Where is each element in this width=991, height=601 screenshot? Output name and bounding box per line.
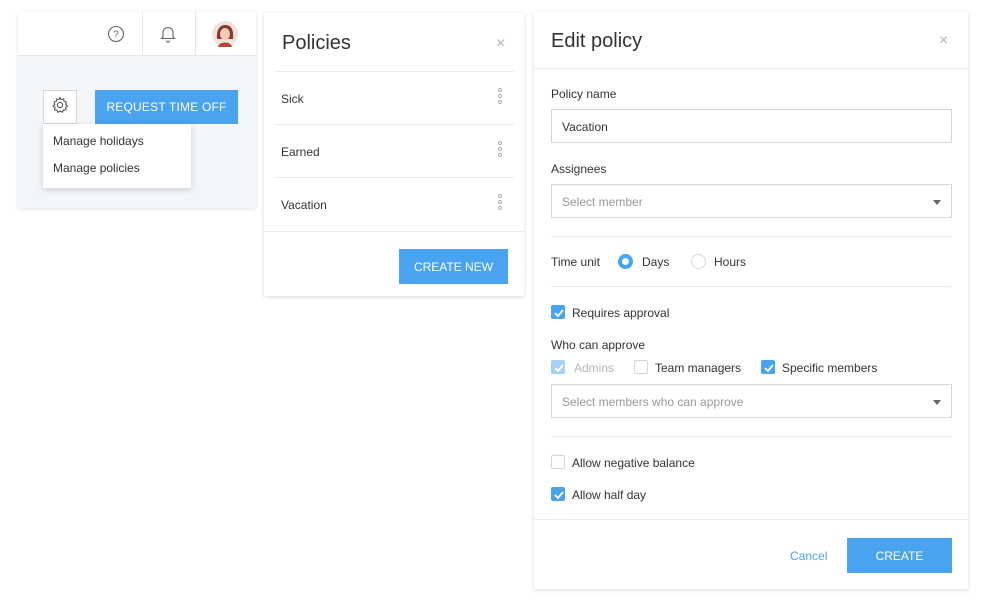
policy-row-sick[interactable]: Sick <box>274 71 514 124</box>
admins-label: Admins <box>574 361 615 375</box>
divider <box>551 436 951 437</box>
policy-name-label: Policy name <box>551 87 617 101</box>
requires-approval-checkbox[interactable] <box>551 305 565 319</box>
request-time-off-button[interactable]: REQUEST TIME OFF <box>95 90 238 124</box>
policy-label: Earned <box>281 145 320 159</box>
radio-hours-label: Hours <box>714 255 747 269</box>
policy-label: Vacation <box>281 198 327 212</box>
gear-icon <box>51 96 69 119</box>
who-can-approve-label: Who can approve <box>551 338 646 352</box>
allow-half-day-checkbox[interactable] <box>551 487 565 501</box>
cancel-button[interactable]: Cancel <box>790 549 827 563</box>
allow-half-day-label: Allow half day <box>572 488 647 502</box>
policy-row-vacation[interactable]: Vacation <box>274 177 514 230</box>
create-button[interactable]: CREATE <box>847 538 952 573</box>
policy-list: Sick Earned Vacation <box>274 71 514 230</box>
assignees-select[interactable]: Select member <box>551 184 952 218</box>
dialog-title: Policies <box>282 32 351 54</box>
more-options-icon[interactable] <box>498 141 502 159</box>
create-new-button[interactable]: CREATE NEW <box>399 249 508 284</box>
requires-approval-label: Requires approval <box>572 306 670 320</box>
settings-menu: Manage holidays Manage policies <box>43 124 191 188</box>
policy-name-value: Vacation <box>562 120 608 134</box>
radio-hours[interactable] <box>691 254 706 269</box>
allow-negative-balance-label: Allow negative balance <box>572 456 695 470</box>
question-circle-icon[interactable]: ? <box>107 25 125 43</box>
chevron-down-icon <box>933 400 941 405</box>
policy-name-input[interactable]: Vacation <box>551 109 952 143</box>
specific-members-label: Specific members <box>782 361 878 375</box>
assignees-label: Assignees <box>551 162 607 176</box>
bell-icon[interactable] <box>159 24 177 44</box>
divider <box>534 68 968 69</box>
approvers-placeholder: Select members who can approve <box>562 395 744 409</box>
topbar-divider <box>142 12 143 56</box>
more-options-icon[interactable] <box>498 194 502 212</box>
team-managers-label: Team managers <box>655 361 742 375</box>
time-off-page: ? REQUEST TIME OFF Manage holidays Manag… <box>18 12 256 208</box>
divider <box>551 236 951 237</box>
allow-negative-balance-checkbox[interactable] <box>551 455 565 469</box>
policy-row-earned[interactable]: Earned <box>274 124 514 177</box>
divider <box>534 519 968 520</box>
more-options-icon[interactable] <box>498 88 502 106</box>
assignees-placeholder: Select member <box>562 195 643 209</box>
admins-checkbox <box>551 360 565 374</box>
chevron-down-icon <box>933 200 941 205</box>
divider <box>551 286 951 287</box>
user-avatar[interactable] <box>212 21 238 47</box>
policies-dialog: Policies × Sick Earned Vacation CREATE N… <box>264 13 524 296</box>
svg-text:?: ? <box>113 30 119 41</box>
topbar-divider <box>195 12 196 56</box>
divider <box>264 231 524 232</box>
specific-members-checkbox[interactable] <box>761 360 775 374</box>
top-bar: ? <box>18 12 256 56</box>
close-icon[interactable]: × <box>939 32 948 50</box>
menu-item-manage-policies[interactable]: Manage policies <box>53 161 140 175</box>
approvers-select[interactable]: Select members who can approve <box>551 384 952 418</box>
settings-button[interactable] <box>43 90 77 124</box>
dialog-title: Edit policy <box>551 30 643 52</box>
radio-days-label: Days <box>642 255 670 269</box>
radio-days[interactable] <box>618 254 633 269</box>
close-icon[interactable]: × <box>496 35 505 53</box>
team-managers-checkbox[interactable] <box>634 360 648 374</box>
edit-policy-dialog: Edit policy × Policy name Vacation Assig… <box>534 12 968 589</box>
menu-item-manage-holidays[interactable]: Manage holidays <box>53 134 144 148</box>
time-unit-label: Time unit <box>551 255 600 269</box>
policy-label: Sick <box>281 92 304 106</box>
